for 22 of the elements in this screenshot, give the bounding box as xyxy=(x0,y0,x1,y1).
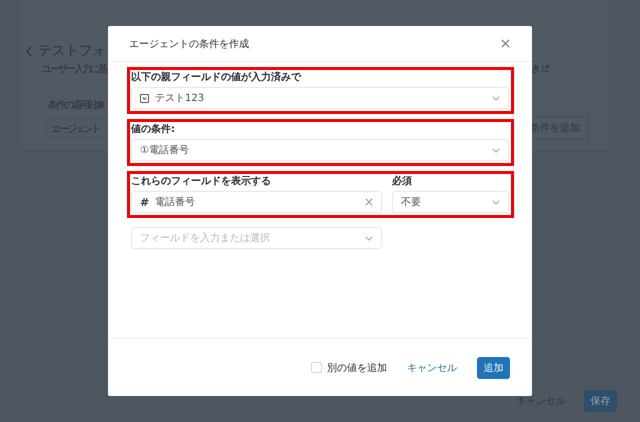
dropdown-field-icon xyxy=(140,94,149,102)
dropdown-field[interactable]: テスト123 xyxy=(131,87,509,109)
close-icon[interactable] xyxy=(501,39,510,48)
chevron-down-icon xyxy=(492,200,500,204)
field-label: 以下の親フィールドの値が入力済みで xyxy=(131,71,302,84)
field-select[interactable]: # 電話番号 xyxy=(131,191,382,213)
required-label: 必須 xyxy=(392,175,413,188)
clear-icon[interactable] xyxy=(365,198,373,206)
add-button[interactable]: 追加 xyxy=(477,356,510,378)
back-chevron-icon[interactable] xyxy=(26,46,33,56)
field-label: これらのフィールドを表示する xyxy=(131,175,272,188)
chevron-down-icon xyxy=(365,236,373,240)
required-select[interactable]: 不要 xyxy=(392,191,509,213)
external-link-icon xyxy=(541,65,549,73)
dialog-title: エージェントの条件を作成 xyxy=(129,38,249,50)
checkbox-label: 別の値を追加 xyxy=(327,362,387,374)
chevron-down-icon xyxy=(492,148,500,152)
page-save-button[interactable]: 保存 xyxy=(584,390,617,412)
dropdown-field[interactable]: ①電話番号 xyxy=(131,139,509,161)
chevron-down-icon xyxy=(492,96,500,100)
checkbox[interactable] xyxy=(311,362,322,373)
cancel-link[interactable]: キャンセル xyxy=(407,360,457,374)
